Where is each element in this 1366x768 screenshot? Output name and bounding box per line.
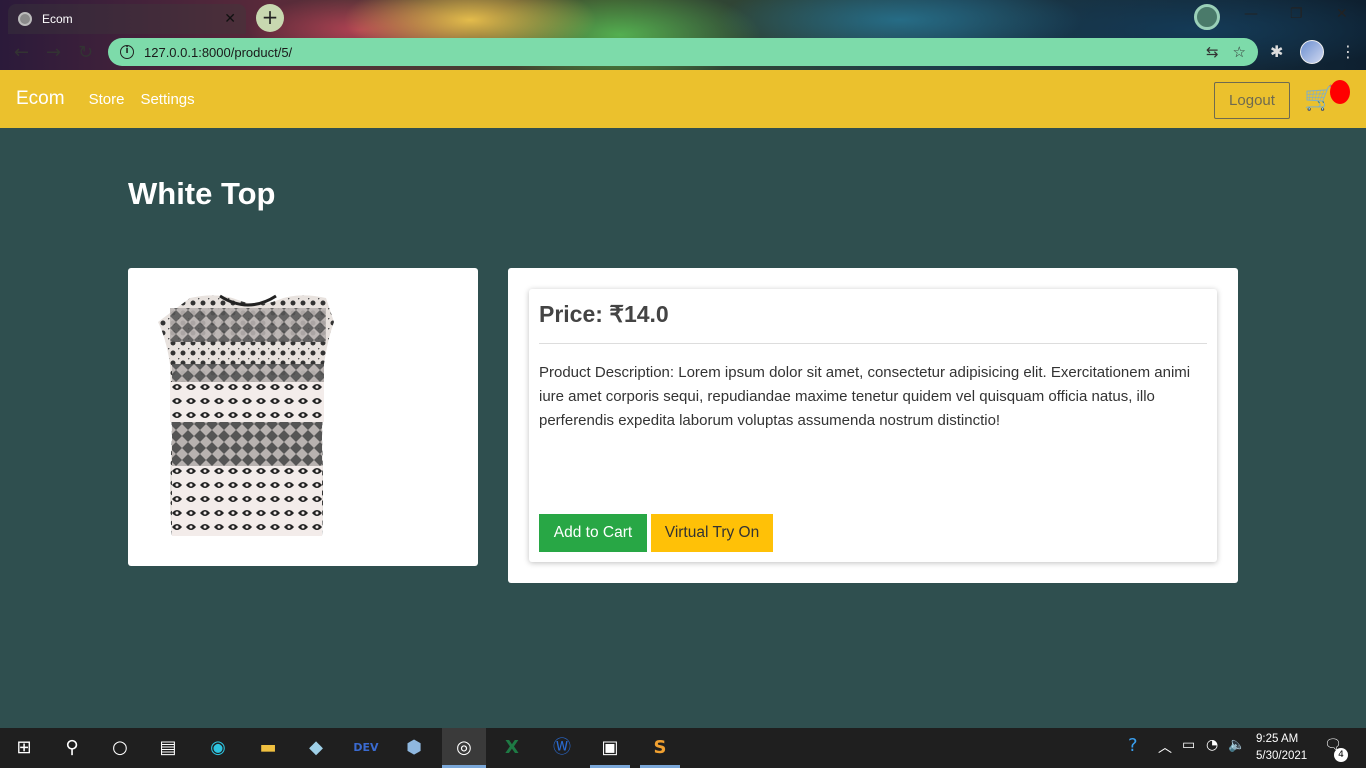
window-close-icon[interactable]: ✕ bbox=[1336, 6, 1348, 22]
forward-icon[interactable]: → bbox=[46, 42, 61, 63]
nav-link-store[interactable]: Store bbox=[89, 91, 125, 108]
divider bbox=[539, 343, 1207, 344]
chrome-media-icon[interactable] bbox=[1194, 4, 1220, 30]
notification-count: 4 bbox=[1334, 748, 1348, 762]
clock-date[interactable]: 5/30/2021 bbox=[1256, 750, 1307, 762]
url-text[interactable]: 127.0.0.1:8000/product/5/ bbox=[144, 45, 1192, 60]
add-to-cart-button[interactable]: Add to Cart bbox=[539, 514, 647, 552]
file-explorer-icon[interactable]: ▬ bbox=[254, 734, 282, 762]
product-description: Product Description: Lorem ipsum dolor s… bbox=[539, 364, 1191, 429]
wifi-icon[interactable]: ◔ bbox=[1206, 737, 1218, 753]
extensions-icon[interactable]: ✱ bbox=[1270, 42, 1283, 61]
site-navbar: Ecom Store Settings Logout 🛒 bbox=[0, 70, 1366, 128]
minimize-icon[interactable]: — bbox=[1244, 6, 1258, 22]
terminal-icon[interactable]: ▣ bbox=[596, 734, 624, 762]
edge-icon[interactable]: ◉ bbox=[204, 734, 232, 762]
windows-start-icon[interactable]: ⊞ bbox=[10, 734, 38, 762]
info-icon[interactable]: i bbox=[120, 45, 134, 59]
excel-icon[interactable]: X bbox=[498, 734, 526, 762]
product-details-card: Price: ₹14.0 Product Description: Lorem … bbox=[508, 268, 1238, 583]
nav-link-settings[interactable]: Settings bbox=[140, 91, 194, 108]
cortana-icon[interactable]: ○ bbox=[106, 734, 134, 762]
product-title: White Top bbox=[128, 176, 276, 211]
tab-title: Ecom bbox=[42, 12, 73, 26]
back-icon[interactable]: ← bbox=[14, 42, 29, 63]
clock-time[interactable]: 9:25 AM bbox=[1256, 733, 1298, 745]
brand-logo[interactable]: Ecom bbox=[16, 88, 65, 110]
chrome-menu-icon[interactable]: ⋮ bbox=[1340, 42, 1356, 61]
maximize-icon[interactable]: ❐ bbox=[1290, 6, 1303, 22]
3d-viewer-icon[interactable]: ⬢ bbox=[400, 734, 428, 762]
product-image-card bbox=[128, 268, 478, 566]
tab-close-icon[interactable]: ✕ bbox=[224, 11, 236, 27]
devc-icon[interactable]: DEV bbox=[352, 734, 380, 762]
app-w-icon[interactable]: Ⓦ bbox=[548, 734, 576, 762]
cart-badge bbox=[1330, 80, 1350, 104]
profile-avatar[interactable] bbox=[1300, 40, 1324, 64]
translate-icon[interactable]: ⇆ bbox=[1206, 43, 1219, 61]
new-tab-button[interactable]: + bbox=[256, 4, 284, 32]
logout-button[interactable]: Logout bbox=[1214, 82, 1290, 119]
chrome-icon[interactable]: ◎ bbox=[442, 728, 486, 768]
product-info-card: Price: ₹14.0 Product Description: Lorem … bbox=[529, 289, 1217, 562]
tab-favicon-icon bbox=[18, 12, 32, 26]
product-price: Price: ₹14.0 bbox=[539, 301, 669, 327]
volume-icon[interactable]: 🔈 bbox=[1228, 737, 1245, 753]
search-icon[interactable]: ⚲ bbox=[58, 734, 86, 762]
virtual-try-on-button[interactable]: Virtual Try On bbox=[651, 514, 773, 552]
address-bar[interactable]: i 127.0.0.1:8000/product/5/ ⇆ ☆ bbox=[108, 38, 1258, 66]
reload-icon[interactable]: ↻ bbox=[78, 42, 93, 63]
app-icon[interactable]: ◆ bbox=[302, 734, 330, 762]
help-icon[interactable]: ? bbox=[1128, 735, 1138, 756]
sublime-icon[interactable]: S bbox=[646, 734, 674, 762]
task-view-icon[interactable]: ▤ bbox=[154, 734, 182, 762]
show-hidden-icons-chevron-icon[interactable]: ︿ bbox=[1158, 737, 1172, 757]
browser-tab[interactable]: Ecom ✕ bbox=[8, 4, 246, 34]
star-icon[interactable]: ☆ bbox=[1233, 43, 1246, 61]
battery-icon[interactable]: ▭ bbox=[1182, 737, 1195, 753]
product-image bbox=[158, 294, 334, 536]
